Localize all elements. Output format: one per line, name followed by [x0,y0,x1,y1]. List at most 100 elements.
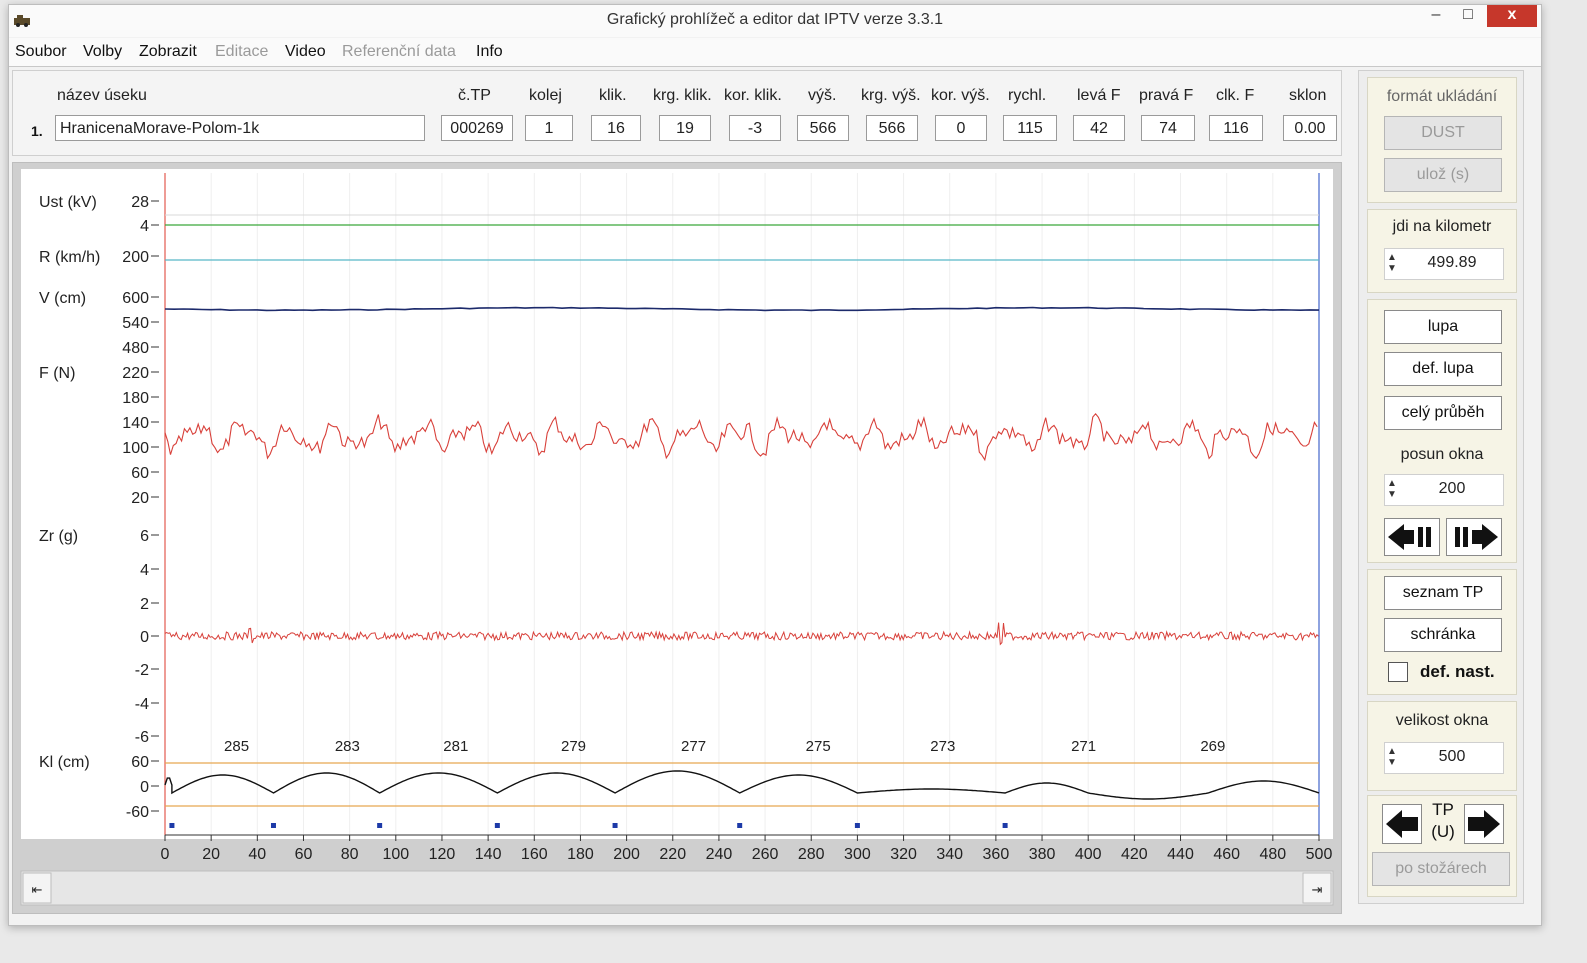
x-tick-label: 60 [295,846,313,863]
y-tick-label: -60 [126,804,149,821]
masts-button[interactable]: po stožárech [1372,852,1510,886]
x-tick-label: 300 [844,846,871,863]
horizontal-scrollbar [20,870,1334,906]
y-tick-label: 20 [131,490,149,507]
shift-left-icon[interactable] [1384,518,1440,556]
spinner-arrows-icon[interactable]: ▲ ▼ [1387,746,1399,770]
menu-soubor[interactable]: Soubor [15,43,67,61]
goto-km-value[interactable]: 499.89 [1405,254,1499,272]
panel-label: Zr (g) [39,528,78,545]
window-size-section: velikost okna ▲ ▼ 500 [1367,701,1517,791]
signal-chart[interactable]: Ust (kV) 284R (km/h) 200V (cm) 600540480F (… [13,163,1341,913]
dust-button[interactable]: DUST [1384,116,1502,150]
field-klik[interactable]: 16 [591,115,641,141]
window-size-value[interactable]: 500 [1405,748,1499,766]
col-label-krg-vys: krg. výš. [861,87,921,104]
window-shift-spinner[interactable]: ▲ ▼ 200 [1384,474,1504,506]
title-bar[interactable]: Grafický prohlížeč a editor dat IPTV ver… [9,5,1541,37]
plot-area [165,173,1319,835]
shift-right-icon[interactable] [1446,518,1502,556]
x-tick-label: 180 [567,846,594,863]
menu-volby[interactable]: Volby [83,43,122,61]
def-settings-label: def. nast. [1420,662,1495,681]
section-name-label: název úseku [57,87,147,104]
mast-marker [377,823,383,828]
x-tick-label: 220 [659,846,686,863]
minimize-icon[interactable]: – [1423,5,1449,27]
mast-label: 279 [561,738,586,755]
mast-marker [737,823,743,828]
y-tick-label: 28 [131,194,149,211]
window-shift-value[interactable]: 200 [1405,480,1499,498]
mast-label: 281 [443,738,468,755]
mast-marker [854,823,860,828]
x-tick-label: 80 [341,846,359,863]
x-tick-label: 320 [890,846,917,863]
clipboard-button[interactable]: schránka [1384,618,1502,652]
field-kor-klik[interactable]: -3 [729,115,781,141]
col-label-klik: klik. [599,87,627,104]
window-shift-label: posun okna [1400,446,1484,463]
mast-label: 269 [1200,738,1225,755]
tp-list-button[interactable]: seznam TP [1384,576,1502,610]
col-label-kolej: kolej [529,87,562,104]
field-kor-vys[interactable]: 0 [935,115,987,141]
y-tick-label: 480 [122,340,149,357]
mast-marker [169,823,175,828]
window-size-label: velikost okna [1395,712,1489,729]
maximize-icon[interactable]: □ [1455,5,1481,27]
close-icon[interactable]: x [1487,5,1537,27]
x-tick-label: 280 [798,846,825,863]
spinner-arrows-icon[interactable]: ▲ ▼ [1387,478,1399,502]
def-zoom-button[interactable]: def. lupa [1384,352,1502,386]
field-krg-klik[interactable]: 19 [659,115,711,141]
zoom-button[interactable]: lupa [1384,310,1502,344]
x-tick-label: 440 [1167,846,1194,863]
x-tick-label: 40 [248,846,266,863]
row-number: 1. [31,123,43,139]
y-tick-label: 180 [122,390,149,407]
goto-km-spinner[interactable]: ▲ ▼ 499.89 [1384,248,1504,280]
mast-label: 273 [930,738,955,755]
def-settings-checkbox[interactable] [1388,662,1408,682]
menu-bar: Soubor Volby Zobrazit Editace Video Refe… [9,38,1541,67]
window-size-spinner[interactable]: ▲ ▼ 500 [1384,742,1504,774]
field-krg-vys[interactable]: 566 [866,115,918,141]
save-format-section: formát ukládání DUST ulož (s) [1367,77,1517,203]
field-kolej[interactable]: 1 [525,115,573,141]
menu-info[interactable]: Info [476,43,503,61]
chart-frame: Ust (kV) 28 4 R (km/h) 200 V (cm) 600 540 480 F (… [12,162,1342,914]
panel-label: Kl (cm) [39,754,90,771]
menu-video[interactable]: Video [285,43,326,61]
y-tick-label: 0 [140,629,149,646]
y-tick-label: 600 [122,290,149,307]
x-tick-label: 240 [706,846,733,863]
field-prava-f[interactable]: 74 [1141,115,1195,141]
menu-editace[interactable]: Editace [215,43,268,61]
save-format-label: formát ukládání [1386,88,1498,105]
field-vys[interactable]: 566 [797,115,849,141]
field-rychl[interactable]: 115 [1003,115,1057,141]
y-tick-label: 6 [140,528,149,545]
col-label-leva-f: levá F [1077,87,1121,104]
field-clk-f[interactable]: 116 [1209,115,1263,141]
full-view-button[interactable]: celý průběh [1384,396,1502,430]
spinner-arrows-icon[interactable]: ▲ ▼ [1387,252,1399,276]
menu-referencni-data[interactable]: Referenční data [342,43,456,61]
field-tp[interactable]: 000269 [441,115,513,141]
save-button[interactable]: ulož (s) [1384,158,1502,192]
mast-label: 271 [1071,738,1096,755]
field-sklon[interactable]: 0.00 [1283,115,1337,141]
panel-label: Ust (kV) [39,194,97,211]
y-tick-label: 2 [140,596,149,613]
section-name-field[interactable]: HranicenaMorave-Polom-1k [55,115,425,141]
mast-label: 283 [335,738,360,755]
y-tick-label: 220 [122,365,149,382]
field-leva-f[interactable]: 42 [1073,115,1125,141]
goto-km-label: jdi na kilometr [1392,218,1492,235]
menu-zobrazit[interactable]: Zobrazit [139,43,197,61]
arrow-left-icon[interactable] [1382,804,1422,844]
x-tick-label: 0 [161,846,170,863]
y-tick-label: 4 [140,562,149,579]
arrow-right-icon[interactable] [1464,804,1504,844]
